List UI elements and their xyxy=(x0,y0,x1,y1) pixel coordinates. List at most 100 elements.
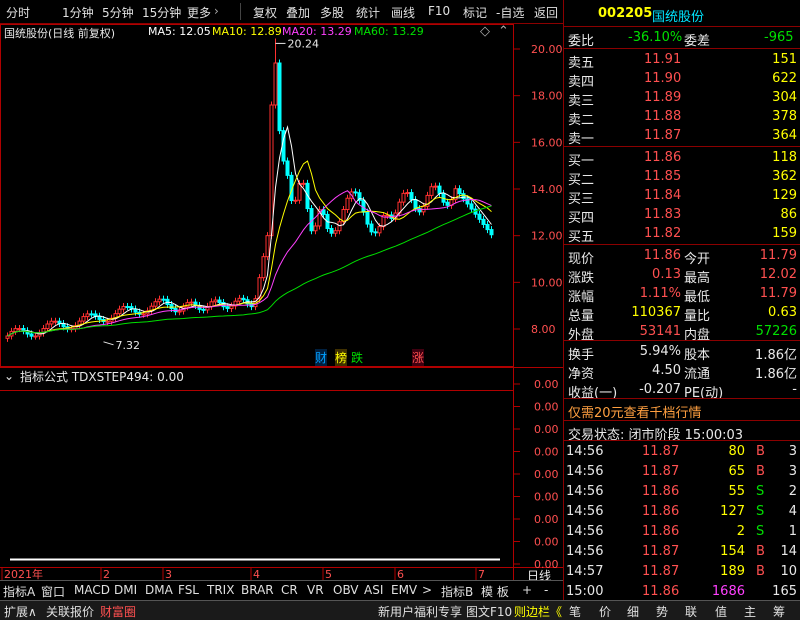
main-view-icon[interactable]: 主 xyxy=(744,603,756,620)
ma10-label: MA10: 12.89 xyxy=(212,25,282,38)
tick-row: 15:00 11.86 1686 165 xyxy=(564,582,800,602)
chevron-down-icon[interactable]: ⌄ xyxy=(4,369,14,383)
candle-body xyxy=(133,308,138,313)
order-volume: 362 xyxy=(772,169,797,184)
tab-brar[interactable]: BRAR xyxy=(241,583,274,597)
f10-graphic-button[interactable]: 图文F10 xyxy=(466,603,512,620)
candle-body xyxy=(237,297,242,302)
candle-body xyxy=(321,209,326,215)
candle-body xyxy=(121,306,126,310)
tab-asi[interactable]: ASI xyxy=(364,583,383,597)
toolbar-item-multi[interactable]: 多股 xyxy=(320,4,344,21)
buy-row[interactable]: 买一 11.86 118 xyxy=(564,148,800,169)
tab-indicator-a[interactable]: 指标A xyxy=(3,583,35,600)
sidebar-toggle-button[interactable]: 则边栏《 xyxy=(514,603,562,620)
weicha-label: 委差 xyxy=(684,34,711,49)
candle-body xyxy=(177,310,182,313)
period-toolbar: 分时 1分钟 5分钟 15分钟 更多 › 复权 叠加 多股 统计 画线 F10 … xyxy=(0,0,563,24)
candle-body xyxy=(377,226,382,234)
detail-view-icon[interactable]: 细 xyxy=(627,603,639,620)
tab-next-icon[interactable]: > xyxy=(422,583,432,597)
stat-row: 收益(一) -0.207 PE(动) - xyxy=(564,380,800,401)
toolbar-item-draw[interactable]: 画线 xyxy=(391,4,415,21)
promo-link[interactable]: 仅需20元查看千档行情 xyxy=(568,402,702,421)
candle-body xyxy=(329,227,334,234)
sell-row[interactable]: 卖三 11.89 304 xyxy=(564,88,800,109)
tab-fsl[interactable]: FSL xyxy=(178,583,199,597)
price-tick-label: 10.00 xyxy=(531,276,563,289)
tick-volume: 80 xyxy=(728,444,745,459)
link-view-icon[interactable]: 联 xyxy=(685,603,697,620)
toolbar-item-back[interactable]: 返回 xyxy=(534,4,558,21)
toolbar-item-more[interactable]: 更多 xyxy=(187,4,211,21)
buy-row[interactable]: 买五 11.82 159 xyxy=(564,224,800,245)
kline-chart-panel[interactable]: 20.00 18.00 16.00 14.00 12.00 10.00 8.00 0.00 0… xyxy=(0,24,563,583)
candle-body xyxy=(413,199,418,210)
toolbar-item-1min[interactable]: 1分钟 xyxy=(62,4,94,21)
sell-row[interactable]: 卖一 11.87 364 xyxy=(564,126,800,147)
kline-chart[interactable]: 20.0018.0016.0014.0012.0010.008.00 0.000… xyxy=(0,24,563,580)
tab-macd[interactable]: MACD xyxy=(74,583,110,597)
tick-count: 3 xyxy=(788,444,797,459)
sell-row[interactable]: 卖二 11.88 378 xyxy=(564,107,800,128)
toolbar-item-minute[interactable]: 分时 xyxy=(6,4,30,21)
toolbar-item-mark[interactable]: 标记 xyxy=(463,4,487,21)
tab-trix[interactable]: TRIX xyxy=(207,583,234,597)
expand-button[interactable]: 扩展∧ xyxy=(4,603,37,620)
event-caibao[interactable]: 财 xyxy=(315,349,328,366)
candle-body xyxy=(345,197,350,211)
sell-row[interactable]: 卖五 11.91 151 xyxy=(564,50,800,71)
more-arrow-icon[interactable]: › xyxy=(214,4,219,18)
collapse-icon[interactable]: ⌃ xyxy=(498,24,509,39)
weibi-label: 委比 xyxy=(568,34,595,49)
tab-obv[interactable]: OBV xyxy=(333,583,359,597)
toolbar-item-15min[interactable]: 15分钟 xyxy=(142,4,181,21)
toolbar-item-stats[interactable]: 统计 xyxy=(356,4,380,21)
candle-body xyxy=(13,328,18,332)
buy-row[interactable]: 买三 11.84 129 xyxy=(564,186,800,207)
candle-body xyxy=(157,298,162,303)
tab-cr[interactable]: CR xyxy=(281,583,298,597)
promo-row[interactable]: 仅需20元查看千档行情 xyxy=(564,400,800,421)
tab-vr[interactable]: VR xyxy=(307,583,324,597)
order-volume: 159 xyxy=(772,226,797,241)
tab-dmi[interactable]: DMI xyxy=(114,583,137,597)
trend-view-icon[interactable]: 势 xyxy=(656,603,668,620)
tab-indicator-b[interactable]: 指标B xyxy=(441,583,473,600)
status-bar: 扩展∧ 关联报价 财富圈 新用户福利专享 图文F10 则边栏《 笔 价 细 势 … xyxy=(0,600,800,620)
price-view-icon[interactable]: 价 xyxy=(599,603,611,620)
candle-body xyxy=(33,335,38,338)
tab-template[interactable]: 模 板 xyxy=(481,583,509,600)
stat-value: - xyxy=(792,382,797,397)
toolbar-item-5min[interactable]: 5分钟 xyxy=(102,4,134,21)
sell-row[interactable]: 卖四 11.90 622 xyxy=(564,69,800,90)
toolbar-item-overlay[interactable]: 叠加 xyxy=(286,4,310,21)
tab-window[interactable]: 窗口 xyxy=(41,583,65,600)
diamond-icon[interactable]: ◇ xyxy=(480,24,490,39)
toolbar-item-fuquan[interactable]: 复权 xyxy=(253,4,277,21)
wealth-circle-button[interactable]: 财富圈 xyxy=(100,603,136,620)
candle-body xyxy=(261,256,266,279)
x-axis-labels: 2021年 2 3 4 5 6 7 xyxy=(1,567,485,580)
tab-dma[interactable]: DMA xyxy=(145,583,173,597)
event-bang[interactable]: 榜 xyxy=(335,349,348,366)
toolbar-item-watchlist[interactable]: -自选 xyxy=(496,4,524,21)
zoom-out-icon[interactable]: - xyxy=(544,583,548,597)
buy-row[interactable]: 买四 11.83 86 xyxy=(564,205,800,226)
stat-value: 5.94% xyxy=(639,344,681,359)
value-view-icon[interactable]: 值 xyxy=(715,603,727,620)
candle-body xyxy=(269,104,274,237)
event-die[interactable]: 跌 xyxy=(351,349,363,366)
stat-row: 总量 110367 量比 0.63 xyxy=(564,303,800,324)
related-quote-button[interactable]: 关联报价 xyxy=(46,603,94,620)
tab-emv[interactable]: EMV xyxy=(391,583,417,597)
zoom-in-icon[interactable]: + xyxy=(522,583,532,597)
tick-time: 14:56 xyxy=(566,504,604,519)
chip-view-icon[interactable]: 筹 xyxy=(773,603,785,620)
buy-row[interactable]: 买二 11.85 362 xyxy=(564,167,800,188)
x-axis-label: 2 xyxy=(103,568,110,580)
toolbar-item-f10[interactable]: F10 xyxy=(428,4,450,18)
new-user-promo-button[interactable]: 新用户福利专享 xyxy=(378,603,462,620)
event-zhang[interactable]: 涨 xyxy=(412,349,425,366)
tick-view-icon[interactable]: 笔 xyxy=(569,603,581,620)
